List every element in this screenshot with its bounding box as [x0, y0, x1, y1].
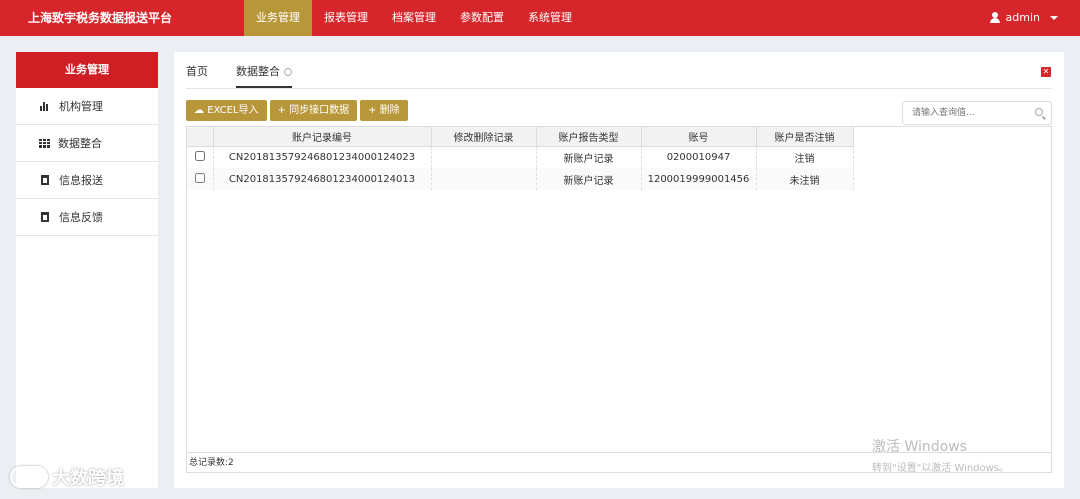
search-box	[902, 101, 1052, 125]
report-type: 新账户记录	[536, 146, 642, 168]
sidebar-item-label: 数据整合	[58, 137, 102, 150]
main-panel: 首页 数据整合 ✕ ☁ EXCEL导入 + 同步接口数据 + 删除 账户记录编号…	[174, 52, 1064, 488]
report-type: 新账户记录	[536, 168, 642, 190]
data-table: 账户记录编号 修改删除记录 账户报告类型 账号 账户是否注销 CN2018135…	[186, 126, 1052, 473]
row-select-cell	[187, 168, 214, 190]
nav-business[interactable]: 业务管理	[244, 0, 312, 36]
main-nav: 业务管理 报表管理 档案管理 参数配置 系统管理	[244, 0, 584, 36]
nav-archives[interactable]: 档案管理	[380, 0, 448, 36]
table-row[interactable]: CN20181357924680123400012​4023 新账户记录 020…	[187, 146, 854, 168]
nav-reports[interactable]: 报表管理	[312, 0, 380, 36]
account-number: 0200010947	[641, 146, 757, 168]
column-header[interactable]: 账户是否注销	[756, 127, 854, 147]
modify-record	[431, 168, 537, 190]
sync-button[interactable]: + 同步接口数据	[269, 100, 358, 121]
sidebar-item-label: 信息报送	[59, 174, 103, 187]
activation-title: 激活 Windows	[872, 439, 967, 455]
excel-import-label: EXCEL导入	[207, 105, 259, 116]
user-name: admin	[1005, 11, 1040, 24]
watermark: 大数跨境	[10, 464, 124, 490]
column-header[interactable]: 修改删除记录	[431, 127, 537, 147]
row-select-cell	[187, 146, 214, 168]
closed-status: 注销	[756, 146, 854, 168]
cloud-upload-icon: ☁	[194, 105, 208, 116]
tab-label: 数据整合	[236, 65, 280, 78]
user-menu[interactable]: admin	[989, 0, 1058, 36]
account-record-id: CN20181357924680123400012​4013	[213, 168, 432, 190]
sidebar: 业务管理 机构管理 数据整合 信息报送 信息反馈	[16, 52, 158, 488]
excel-import-button[interactable]: ☁ EXCEL导入	[186, 100, 267, 121]
column-header[interactable]: 账户记录编号	[213, 127, 432, 147]
row-checkbox[interactable]	[194, 150, 205, 161]
tab-data-integration[interactable]: 数据整合	[236, 62, 292, 88]
sidebar-item-label: 机构管理	[59, 100, 103, 113]
top-bar: 上海致宇税务数据报送平台 业务管理 报表管理 档案管理 参数配置 系统管理 ad…	[0, 0, 1080, 36]
tab-home[interactable]: 首页	[186, 62, 208, 88]
modify-record	[431, 146, 537, 168]
toolbar: ☁ EXCEL导入 + 同步接口数据 + 删除	[186, 100, 408, 121]
tab-bar: 首页 数据整合	[186, 62, 320, 88]
nav-system[interactable]: 系统管理	[516, 0, 584, 36]
sidebar-item-org[interactable]: 机构管理	[16, 88, 158, 125]
delete-button[interactable]: + 删除	[360, 100, 408, 121]
sidebar-item-report[interactable]: 信息报送	[16, 162, 158, 199]
sidebar-title: 业务管理	[16, 52, 158, 88]
close-panel-icon[interactable]: ✕	[1041, 67, 1051, 77]
grid-icon	[39, 138, 50, 148]
column-header[interactable]: 账号	[641, 127, 757, 147]
account-number: 1200019999001456	[641, 168, 757, 190]
chevron-down-icon	[1050, 16, 1058, 20]
account-record-id: CN20181357924680123400012​4023	[213, 146, 432, 168]
windows-activation-notice: 激活 Windows 转到"设置"以激活 Windows。	[872, 436, 1009, 474]
sidebar-item-feedback[interactable]: 信息反馈	[16, 199, 158, 236]
document-icon	[41, 212, 49, 222]
user-icon	[989, 12, 1000, 24]
search-icon[interactable]	[1035, 108, 1043, 116]
watermark-text: 大数跨境	[52, 468, 124, 489]
nav-params[interactable]: 参数配置	[448, 0, 516, 36]
app-title: 上海致宇税务数据报送平台	[28, 11, 173, 25]
column-header[interactable]: 账户报告类型	[536, 127, 642, 147]
sidebar-item-data[interactable]: 数据整合	[16, 125, 158, 162]
table-row[interactable]: CN20181357924680123400012​4013 新账户记录 120…	[187, 168, 854, 190]
table-header-row: 账户记录编号 修改删除记录 账户报告类型 账号 账户是否注销	[187, 127, 854, 147]
bar-chart-icon	[39, 101, 51, 111]
watermark-logo-icon	[10, 466, 48, 488]
close-tab-icon[interactable]	[284, 68, 292, 76]
select-all-header	[187, 127, 214, 147]
row-checkbox[interactable]	[194, 172, 205, 183]
tab-divider	[186, 88, 1052, 89]
activation-subtitle: 转到"设置"以激活 Windows。	[872, 463, 1010, 474]
search-input[interactable]	[903, 102, 1023, 124]
document-icon	[41, 175, 49, 185]
sidebar-item-label: 信息反馈	[59, 211, 103, 224]
closed-status: 未注销	[756, 168, 854, 190]
